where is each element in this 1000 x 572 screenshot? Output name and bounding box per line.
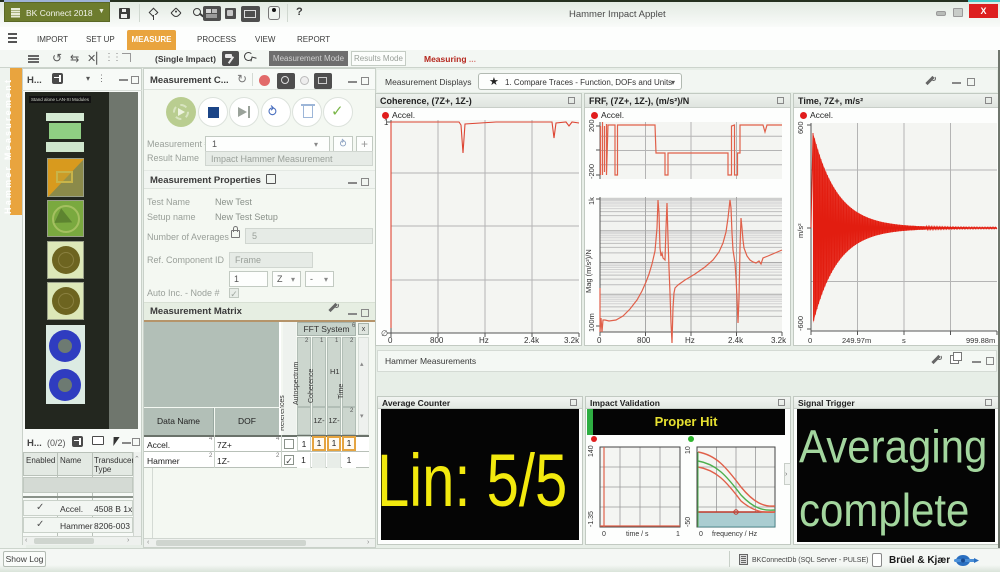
svg-text:∅: ∅ <box>381 329 388 338</box>
svg-text:800: 800 <box>430 336 444 345</box>
svg-text:10: 10 <box>685 446 692 454</box>
svg-text:0: 0 <box>602 531 606 538</box>
svg-text:-50: -50 <box>685 517 692 527</box>
svg-text:2.4k: 2.4k <box>728 336 744 345</box>
svg-text:s: s <box>902 336 906 345</box>
svg-text:0: 0 <box>808 336 812 345</box>
svg-text:600: 600 <box>796 121 805 134</box>
svg-text:140: 140 <box>588 445 595 457</box>
svg-text:frequency / Hz: frequency / Hz <box>712 531 758 538</box>
svg-text:m/s²: m/s² <box>796 223 805 238</box>
svg-text:Hz: Hz <box>479 336 489 345</box>
svg-text:0: 0 <box>597 336 602 345</box>
svg-text:999.88m: 999.88m <box>966 336 995 345</box>
svg-text:time / s: time / s <box>626 531 649 538</box>
svg-text:0: 0 <box>699 531 703 538</box>
svg-text:200: 200 <box>587 119 596 132</box>
svg-text:1k: 1k <box>587 197 596 205</box>
svg-text:-1.35: -1.35 <box>588 511 595 527</box>
svg-text:249.97m: 249.97m <box>842 336 871 345</box>
svg-text:-200: -200 <box>587 164 596 179</box>
svg-text:800: 800 <box>637 336 651 345</box>
svg-text:Hz: Hz <box>685 336 695 345</box>
svg-text:3.2k: 3.2k <box>771 336 787 345</box>
svg-text:3.2k: 3.2k <box>564 336 580 345</box>
svg-text:100m: 100m <box>587 313 596 332</box>
svg-text:1: 1 <box>384 118 389 127</box>
svg-text:2.4k: 2.4k <box>524 336 540 345</box>
svg-text:0: 0 <box>388 336 393 345</box>
svg-text:1: 1 <box>676 531 680 538</box>
svg-text:-600: -600 <box>796 316 805 331</box>
svg-text:Mag (m/s²)/N: Mag (m/s²)/N <box>585 249 593 293</box>
